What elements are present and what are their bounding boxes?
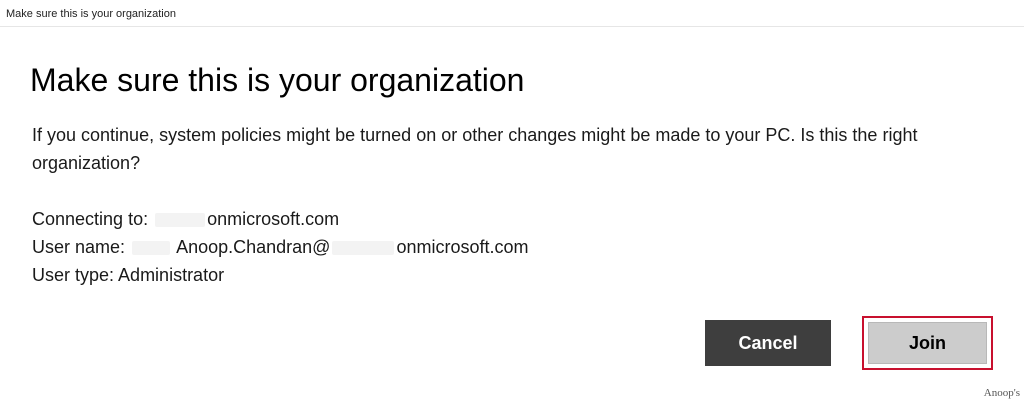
title-divider (0, 26, 1024, 27)
connection-info: Connecting to: onmicrosoft.com User name… (32, 205, 529, 289)
connecting-to-line: Connecting to: onmicrosoft.com (32, 205, 529, 233)
window-title: Make sure this is your organization (6, 8, 176, 20)
user-type-line: User type: Administrator (32, 261, 529, 289)
redacted-domain (155, 213, 206, 228)
dialog-heading: Make sure this is your organization (30, 62, 525, 98)
cancel-button[interactable]: Cancel (705, 320, 831, 366)
redacted-tenant (332, 241, 395, 256)
join-button[interactable]: Join (868, 322, 987, 364)
join-button-highlight: Join (862, 316, 993, 370)
user-type-label: User type: (32, 265, 115, 285)
user-name-value-prefix: Anoop.Chandran@ (176, 237, 331, 257)
user-type-value: Administrator (118, 265, 225, 285)
watermark: Anoop's (983, 387, 1020, 399)
user-name-label: User name: (32, 237, 126, 257)
user-name-value-suffix: onmicrosoft.com (396, 237, 529, 257)
connecting-to-label: Connecting to: (32, 209, 149, 229)
connecting-to-value: onmicrosoft.com (207, 209, 340, 229)
dialog-description: If you continue, system policies might b… (32, 125, 918, 173)
user-name-line: User name: Anoop.Chandran@ onmicrosoft.co… (32, 233, 529, 261)
redacted-prefix (132, 241, 171, 256)
